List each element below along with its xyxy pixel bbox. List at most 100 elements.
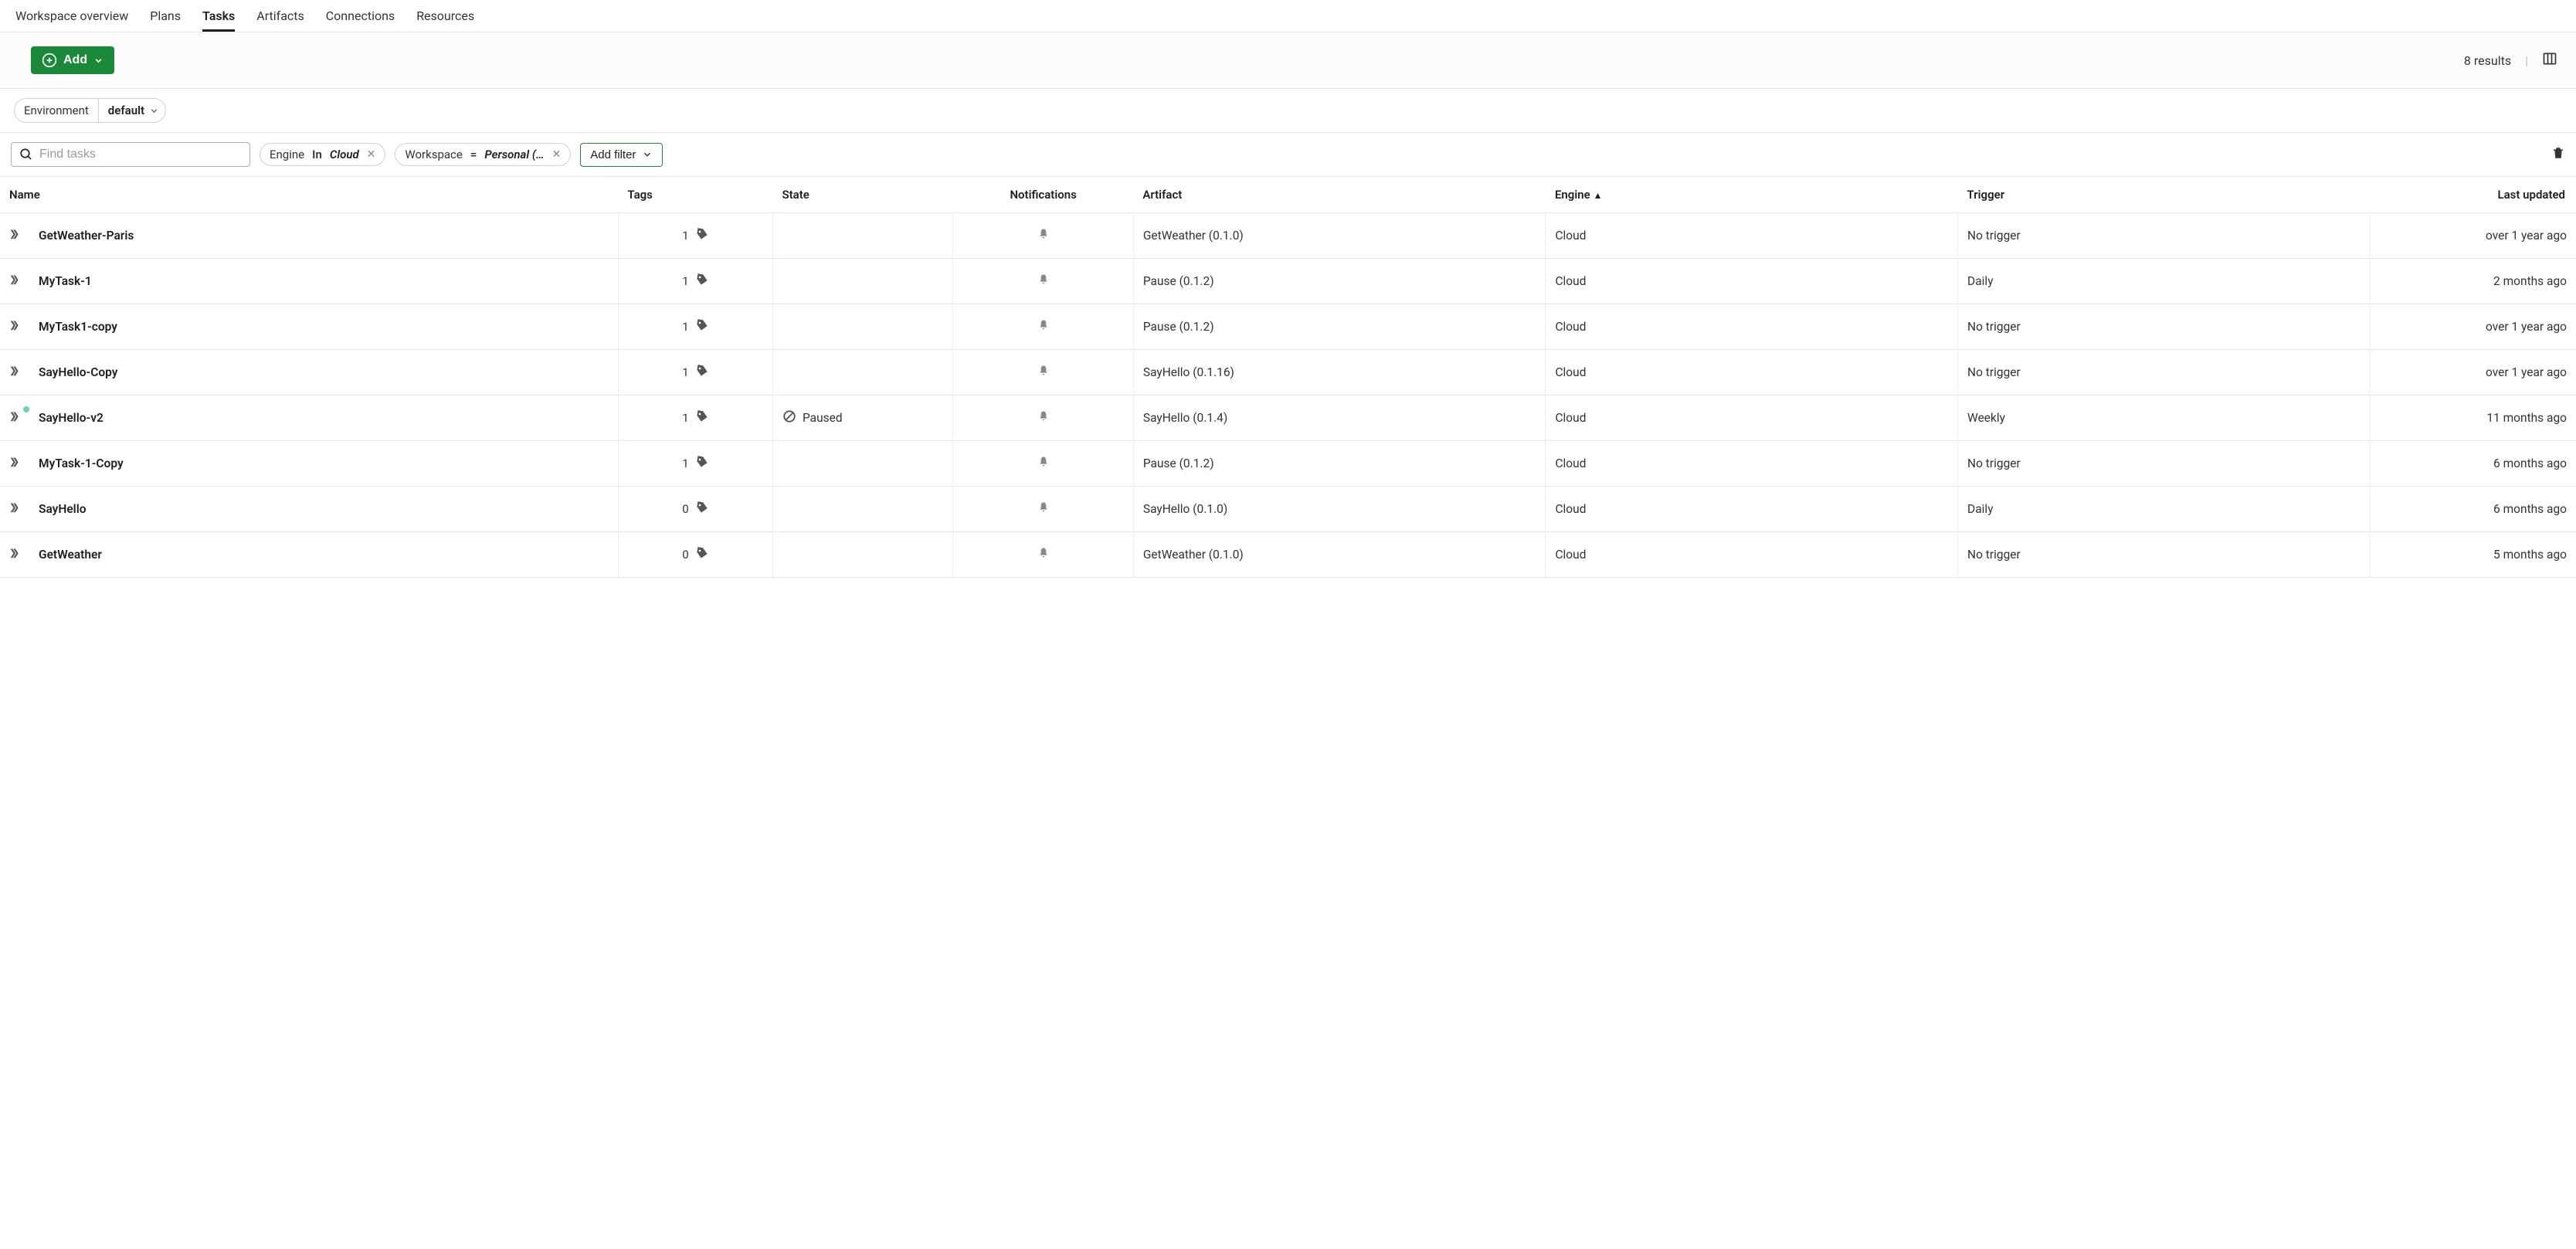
engine-cell: Cloud [1546,350,1958,395]
tags-count: 1 [682,229,688,243]
tab-resources[interactable]: Resources [416,0,474,32]
close-icon[interactable]: ✕ [367,148,376,161]
tags-cell[interactable]: 1 [628,318,763,335]
table-row[interactable]: GetWeather-Paris1GetWeather (0.1.0)Cloud… [0,213,2576,259]
engine-cell: Cloud [1546,395,1958,441]
col-header-name[interactable]: Name [0,177,618,213]
table-row[interactable]: MyTask-1-Copy1Pause (0.1.2)CloudNo trigg… [0,441,2576,487]
tag-icon [695,409,709,426]
filter-chip[interactable]: Workspace=Personal (…✕ [395,143,571,166]
tab-tasks[interactable]: Tasks [202,0,235,32]
add-button[interactable]: Add [31,46,114,74]
col-header-engine[interactable]: Engine▲ [1546,177,1958,213]
tags-cell[interactable]: 1 [628,227,763,244]
filter-value: Cloud [330,148,359,161]
bell-icon[interactable] [1037,321,1050,334]
updated-cell: 2 months ago [2370,259,2576,304]
filter-chip[interactable]: EngineInCloud✕ [260,143,385,166]
table-row[interactable]: MyTask-11Pause (0.1.2)CloudDaily2 months… [0,259,2576,304]
task-name: MyTask1-copy [39,320,117,334]
tag-icon [695,546,709,563]
task-icon [9,456,28,471]
task-icon [9,547,28,562]
col-header-notifications[interactable]: Notifications [953,177,1133,213]
updated-cell: over 1 year ago [2370,350,2576,395]
col-header-tags[interactable]: Tags [618,177,772,213]
tags-cell[interactable]: 1 [628,409,763,426]
table-row[interactable]: SayHello-Copy 1 SayHello (0.1.16)CloudNo t… [0,350,2576,395]
divider: | [2525,53,2528,68]
tags-cell[interactable]: 1 [628,364,763,381]
task-name: GetWeather [39,548,102,562]
plus-circle-icon [42,53,57,68]
top-tabs: Workspace overview Plans Tasks Artifacts Con… [0,0,2576,32]
filter-key: Engine [270,148,304,161]
task-icon [9,319,28,334]
col-header-artifact[interactable]: Artifact [1133,177,1546,213]
table-row[interactable]: GetWeather0GetWeather (0.1.0)CloudNo tri… [0,532,2576,578]
table-row[interactable]: MyTask1-copy1Pause (0.1.2)CloudNo trigge… [0,304,2576,350]
tab-plans[interactable]: Plans [150,0,181,32]
add-button-label: Add [63,53,87,67]
table-row[interactable]: SayHello-v21PausedSayHello (0.1.4)CloudW… [0,395,2576,441]
tags-cell[interactable]: 0 [628,501,763,518]
state-text: Paused [803,411,843,425]
bell-icon[interactable] [1037,503,1050,517]
tags-cell[interactable]: 1 [628,273,763,290]
filter-op: = [470,148,477,161]
artifact-cell: GetWeather (0.1.0) [1133,213,1546,259]
artifact-cell: SayHello (0.1.16) [1133,350,1546,395]
filter-value: Personal (… [484,148,544,161]
trigger-cell: No trigger [1958,304,2371,350]
clear-filters-button[interactable] [2551,146,2565,163]
close-icon[interactable]: ✕ [552,148,562,161]
columns-button[interactable] [2542,51,2557,70]
trigger-cell: No trigger [1958,350,2371,395]
paused-icon [782,409,796,426]
bell-icon[interactable] [1037,412,1050,426]
updated-cell: 5 months ago [2370,532,2576,578]
col-header-state[interactable]: State [772,177,952,213]
add-filter-button[interactable]: Add filter [580,143,663,167]
updated-cell: 6 months ago [2370,441,2576,487]
task-name: SayHello-Copy [39,365,117,379]
tags-count: 1 [682,456,688,470]
tag-icon [695,273,709,290]
results-count: 8 results [2464,53,2511,68]
task-icon [9,228,28,243]
updated-cell: 6 months ago [2370,487,2576,532]
task-icon [9,501,28,517]
tags-count: 1 [682,274,688,288]
trigger-cell: No trigger [1958,441,2371,487]
environment-value: default [108,104,144,117]
tags-count: 1 [682,411,688,425]
tags-count: 1 [682,320,688,334]
bell-icon[interactable] [1037,548,1050,562]
engine-cell: Cloud [1546,213,1958,259]
tag-icon [695,455,709,472]
bell-icon[interactable] [1037,366,1050,380]
tags-cell[interactable]: 1 [628,455,763,472]
tab-workspace-overview[interactable]: Workspace overview [15,0,128,32]
tags-count: 1 [682,365,688,379]
tags-cell[interactable]: 0 [628,546,763,563]
environment-selector[interactable]: Environment default [14,98,166,123]
environment-label: Environment [15,99,99,122]
bell-icon[interactable] [1037,457,1050,471]
table-row[interactable]: SayHello0SayHello (0.1.0)CloudDaily6 mon… [0,487,2576,532]
trigger-cell: No trigger [1958,213,2371,259]
artifact-cell: GetWeather (0.1.0) [1133,532,1546,578]
updated-cell: over 1 year ago [2370,304,2576,350]
task-name: MyTask-1 [39,274,92,288]
toolbar: Add 8 results | [0,32,2576,89]
updated-cell: over 1 year ago [2370,213,2576,259]
search-input[interactable] [39,148,242,161]
search-input-wrap[interactable] [11,142,250,167]
col-header-updated[interactable]: Last updated [2370,177,2576,213]
col-header-trigger[interactable]: Trigger [1958,177,2371,213]
artifact-cell: Pause (0.1.2) [1133,441,1546,487]
tab-artifacts[interactable]: Artifacts [256,0,304,32]
tab-connections[interactable]: Connections [326,0,395,32]
bell-icon[interactable] [1037,229,1050,243]
bell-icon[interactable] [1037,275,1050,289]
